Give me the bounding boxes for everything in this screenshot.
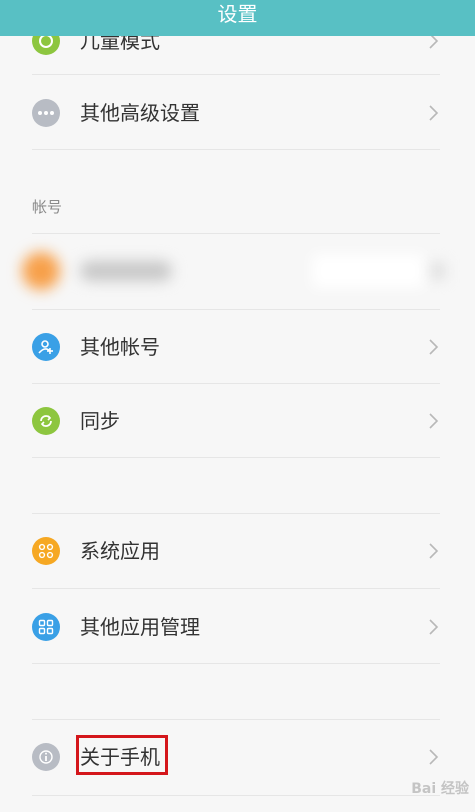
sync-icon [32, 407, 60, 435]
settings-item-advanced[interactable]: 其他高级设置 [0, 76, 475, 150]
settings-item-other-app-management[interactable]: 其他应用管理 [0, 590, 475, 664]
divider [32, 663, 440, 664]
chevron-right-icon [429, 105, 439, 121]
info-icon [32, 743, 60, 771]
chevron-right-icon [429, 339, 439, 355]
settings-item-label: 同步 [80, 409, 120, 433]
settings-item-mi-account[interactable] [0, 236, 475, 306]
apps-grid-icon [32, 537, 60, 565]
account-name-redacted [80, 261, 172, 281]
settings-item-label: 系统应用 [80, 539, 160, 563]
app-management-icon [32, 613, 60, 641]
highlight-box [76, 735, 168, 775]
settings-item-system-apps[interactable]: 系统应用 [0, 514, 475, 588]
divider [32, 74, 440, 75]
chevron-right-icon [429, 749, 439, 765]
settings-item-other-accounts[interactable]: 其他帐号 [0, 310, 475, 384]
chevron-right-icon [429, 543, 439, 559]
account-info-redacted [312, 254, 424, 288]
settings-item-label: 其他应用管理 [80, 615, 200, 639]
settings-item-sync[interactable]: 同步 [0, 384, 475, 458]
divider [32, 233, 440, 234]
page-title-bar: 设置 [0, 0, 475, 36]
settings-item-label: 其他高级设置 [80, 101, 200, 125]
page-title: 设置 [217, 2, 258, 26]
settings-item-label: 其他帐号 [80, 335, 160, 359]
mi-account-icon [22, 252, 60, 290]
settings-item-about-phone[interactable]: 关于手机 [0, 720, 475, 794]
divider [32, 457, 440, 458]
chevron-right-icon [429, 619, 439, 635]
chevron-right-icon [429, 413, 439, 429]
divider [32, 795, 440, 796]
chevron-right-icon [432, 263, 444, 279]
section-header-account: 帐号 [32, 198, 63, 216]
baidu-watermark: Bai 经验 [411, 781, 469, 797]
divider [32, 149, 440, 150]
add-person-icon [32, 333, 60, 361]
more-dots-icon [32, 99, 60, 127]
divider [32, 588, 440, 589]
